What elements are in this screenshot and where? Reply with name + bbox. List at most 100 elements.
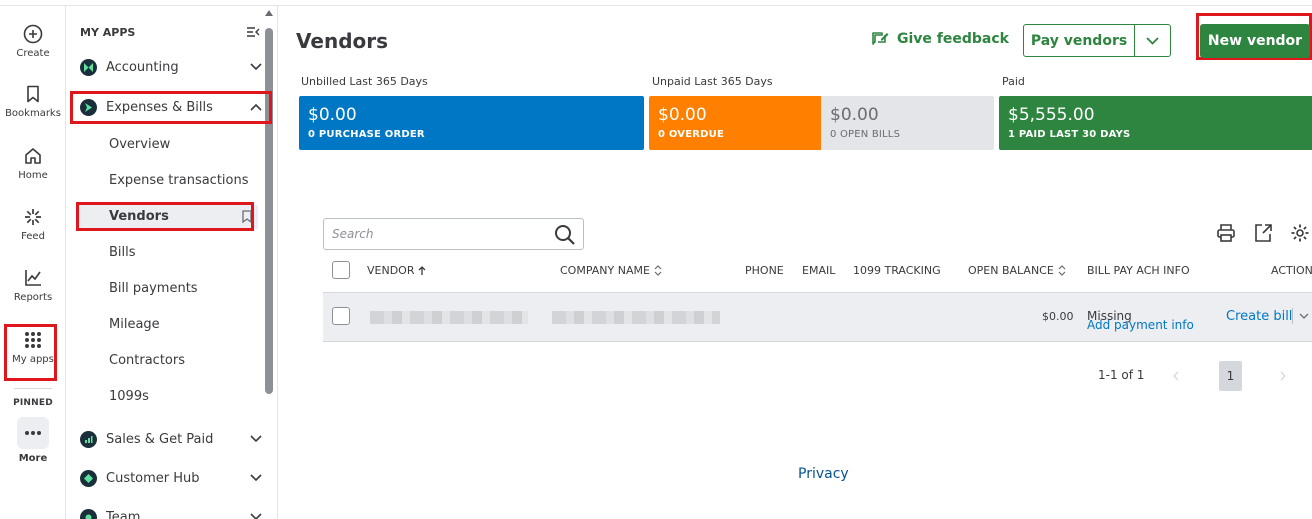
rail-more[interactable]: More: [0, 417, 66, 464]
overdue-tile[interactable]: $0.00 0 OVERDUE: [649, 96, 821, 150]
rail-my-apps[interactable]: My apps: [0, 330, 66, 365]
tile-caption: 0 OPEN BILLS: [830, 129, 901, 140]
pay-vendors-button[interactable]: Pay vendors: [1023, 24, 1171, 57]
collapse-panel-icon[interactable]: [246, 26, 260, 38]
select-all-checkbox[interactable]: [332, 261, 350, 279]
rail-feed[interactable]: Feed: [0, 207, 66, 242]
rail-bookmarks[interactable]: Bookmarks: [0, 84, 66, 119]
sort-icon: [654, 265, 662, 276]
sub-item-contractors[interactable]: Contractors: [109, 353, 185, 368]
sub-item-mileage[interactable]: Mileage: [109, 317, 160, 332]
col-company-label: COMPANY NAME: [560, 264, 650, 277]
prev-page-icon[interactable]: [1173, 371, 1179, 381]
chevron-up-icon: [250, 103, 262, 111]
chevron-down-icon: [250, 513, 262, 519]
scroll-up-arrow[interactable]: [265, 10, 273, 16]
app-label: Team: [106, 509, 141, 519]
chevron-down-icon[interactable]: [1299, 313, 1309, 320]
bookmark-outline-icon[interactable]: [242, 210, 252, 223]
rail-create[interactable]: Create: [0, 24, 66, 59]
app-expenses-bills[interactable]: Expenses & Bills: [74, 92, 264, 122]
tile-amount: $5,555.00: [1008, 105, 1095, 125]
col-vendor[interactable]: VENDOR: [367, 264, 426, 277]
chevron-down-icon: [1146, 36, 1159, 45]
open-balance-value: $0.00: [1042, 310, 1074, 323]
accounting-app-icon: [80, 58, 97, 76]
expenses-app-icon: [80, 98, 97, 116]
paid-heading: Paid: [1002, 75, 1025, 88]
app-team[interactable]: Team: [74, 502, 264, 519]
sub-item-1099s[interactable]: 1099s: [109, 389, 149, 404]
left-rail: Create Bookmarks Home Feed Reports My ap…: [0, 6, 66, 519]
pay-vendors-dropdown[interactable]: [1135, 25, 1170, 56]
panel-heading: MY APPS: [80, 26, 136, 39]
pinned-heading: PINNED: [13, 398, 53, 408]
paid-tile[interactable]: $5,555.00 1 PAID LAST 30 DAYS: [999, 96, 1312, 150]
col-vendor-label: VENDOR: [367, 264, 415, 277]
pay-vendors-label[interactable]: Pay vendors: [1024, 25, 1135, 56]
rail-home[interactable]: Home: [0, 146, 66, 181]
action-divider: [1292, 308, 1293, 324]
feedback-icon: [872, 32, 889, 45]
next-page-icon[interactable]: [1280, 371, 1286, 381]
privacy-link[interactable]: Privacy: [798, 466, 849, 482]
plus-circle-icon: [23, 24, 43, 44]
export-icon[interactable]: [1253, 223, 1273, 243]
tile-amount: $0.00: [830, 105, 879, 125]
feed-icon: [25, 209, 41, 225]
print-icon[interactable]: [1216, 223, 1236, 243]
app-customer-hub[interactable]: Customer Hub: [74, 463, 264, 493]
unpaid-heading: Unpaid Last 365 Days: [652, 75, 773, 88]
panel-scrollbar[interactable]: [265, 28, 273, 394]
sort-icon: [1058, 265, 1066, 276]
sub-item-bill-payments[interactable]: Bill payments: [109, 281, 198, 296]
search-icon[interactable]: [554, 224, 576, 246]
tile-amount: $0.00: [658, 105, 707, 125]
rail-reports[interactable]: Reports: [0, 268, 66, 303]
bookmark-icon: [27, 85, 39, 103]
app-label: Sales & Get Paid: [106, 431, 214, 447]
sub-item-vendors[interactable]: Vendors: [109, 209, 169, 224]
col-company-name[interactable]: COMPANY NAME: [560, 264, 662, 277]
open-bills-tile[interactable]: $0.00 0 OPEN BILLS: [821, 96, 994, 150]
sales-app-icon: [80, 430, 97, 448]
gear-icon[interactable]: [1290, 223, 1310, 243]
sub-item-bills[interactable]: Bills: [109, 245, 136, 260]
col-open-balance[interactable]: OPEN BALANCE: [968, 264, 1066, 277]
pagination-range: 1-1 of 1: [1098, 368, 1145, 382]
create-bill-link[interactable]: Create bill: [1226, 309, 1292, 324]
col-phone: PHONE: [745, 264, 784, 277]
sub-item-overview[interactable]: Overview: [109, 137, 170, 152]
current-page[interactable]: 1: [1219, 361, 1242, 391]
rail-divider: [14, 388, 52, 389]
app-label: Customer Hub: [106, 470, 200, 486]
new-vendor-button[interactable]: New vendor: [1200, 24, 1310, 58]
ellipsis-icon: [25, 431, 41, 435]
page-title: Vendors: [296, 29, 389, 53]
sub-item-expense-transactions[interactable]: Expense transactions: [109, 173, 249, 188]
give-feedback-link[interactable]: Give feedback: [870, 30, 1009, 48]
tile-amount: $0.00: [308, 105, 357, 125]
more-button[interactable]: [17, 417, 49, 449]
rail-home-label: Home: [18, 170, 48, 181]
purchase-order-tile[interactable]: $0.00 0 PURCHASE ORDER: [299, 96, 644, 150]
my-apps-panel: MY APPS Accounting Expenses & Bills Over…: [66, 6, 278, 519]
chevron-down-icon: [250, 474, 262, 482]
app-accounting[interactable]: Accounting: [74, 52, 264, 82]
reports-icon: [25, 270, 41, 286]
app-sales-get-paid[interactable]: Sales & Get Paid: [74, 424, 264, 454]
vendor-name-redacted[interactable]: [370, 311, 528, 324]
search-placeholder: Search: [332, 227, 374, 241]
apps-grid-icon: [25, 332, 41, 348]
row-checkbox[interactable]: [332, 307, 350, 325]
col-1099-tracking: 1099 TRACKING: [853, 264, 941, 277]
app-label: Expenses & Bills: [106, 99, 213, 115]
rail-more-label: More: [18, 453, 48, 464]
customer-hub-app-icon: [80, 469, 97, 487]
search-input[interactable]: Search: [323, 218, 584, 250]
col-balance-label: OPEN BALANCE: [968, 264, 1054, 277]
tile-caption: 1 PAID LAST 30 DAYS: [1008, 129, 1131, 140]
rail-reports-label: Reports: [13, 292, 53, 303]
sort-asc-icon: [419, 265, 426, 275]
add-payment-info-link[interactable]: Add payment info: [1087, 318, 1194, 332]
